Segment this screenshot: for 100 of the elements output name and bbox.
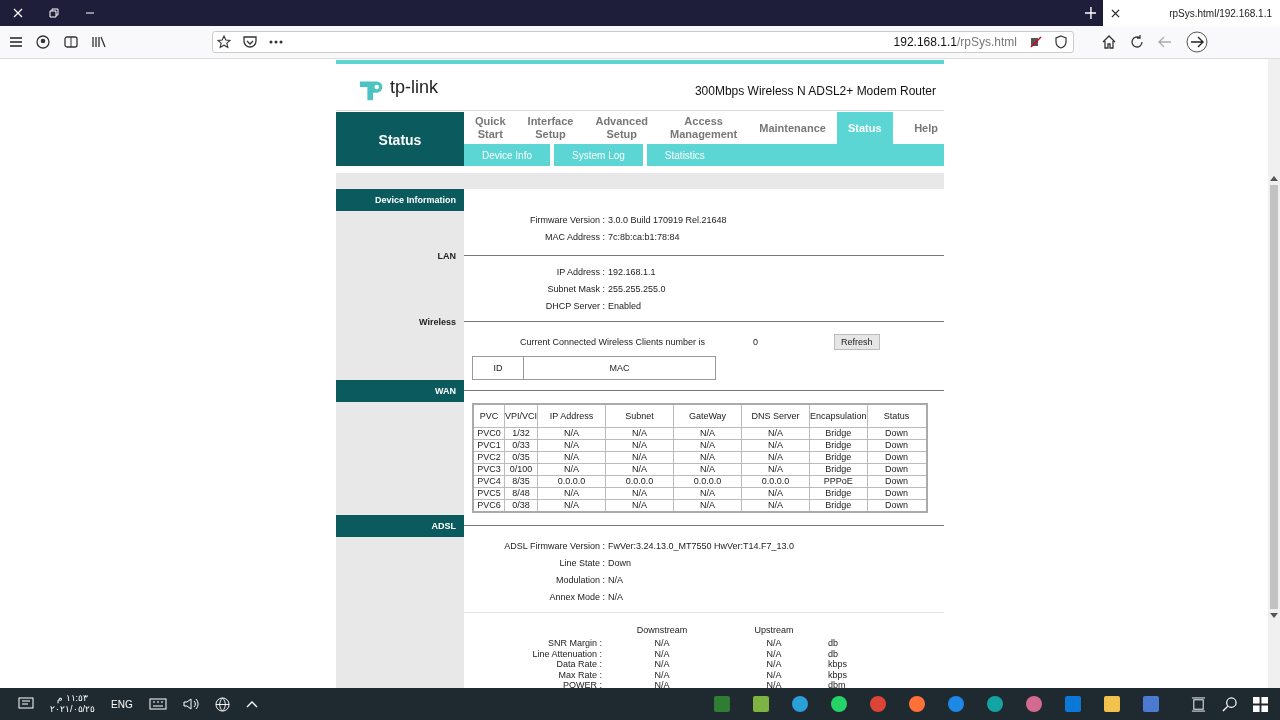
volume-icon[interactable] bbox=[182, 697, 199, 711]
table-cell: PVC5 bbox=[473, 487, 505, 500]
table-cell: PPPoE bbox=[809, 475, 868, 488]
field-value: N/A bbox=[608, 574, 623, 585]
clock[interactable]: ١١:٥٣ م ٢٠٢١/٠٥/٢٥ bbox=[50, 693, 95, 715]
table-cell: N/A bbox=[605, 427, 674, 440]
table-cell: 0/35 bbox=[504, 451, 538, 464]
start-icon[interactable] bbox=[1253, 696, 1268, 712]
table-cell: Bridge bbox=[809, 439, 868, 452]
nav-tab[interactable]: Help bbox=[903, 112, 944, 144]
star-icon[interactable] bbox=[217, 35, 231, 49]
chevron-icon[interactable] bbox=[245, 700, 258, 708]
more-icon[interactable] bbox=[269, 40, 283, 44]
field-value: Enabled bbox=[608, 300, 642, 311]
url-text: 192.168.1.1/rpSys.html bbox=[893, 35, 1017, 49]
section-heading: WAN bbox=[336, 380, 464, 402]
table-cell: Bridge bbox=[809, 463, 868, 476]
stat-label: Data Rate : bbox=[555, 659, 602, 670]
reload-icon[interactable] bbox=[1130, 35, 1144, 49]
nav-tab[interactable]: Advanced Setup bbox=[584, 112, 659, 144]
globe-icon[interactable] bbox=[214, 696, 230, 712]
task-view-icon[interactable] bbox=[1191, 696, 1206, 712]
stat-unit: kbps bbox=[827, 669, 848, 681]
table-cell: Bridge bbox=[809, 451, 868, 464]
table-cell: 0.0.0.0 bbox=[673, 475, 742, 488]
field-label: Subnet Mask : bbox=[546, 283, 605, 294]
home-icon[interactable] bbox=[1102, 35, 1116, 49]
table-cell: N/A bbox=[673, 439, 742, 452]
table-cell: N/A bbox=[537, 463, 606, 476]
table-cell: N/A bbox=[537, 451, 606, 464]
nav-tab[interactable]: Quick Start bbox=[464, 112, 517, 144]
table-cell: 0.0.0.0 bbox=[537, 475, 606, 488]
table-cell: N/A bbox=[673, 487, 742, 500]
section-heading: Wireless bbox=[418, 316, 457, 329]
language-indicator[interactable]: ENG bbox=[111, 698, 133, 710]
table-cell: N/A bbox=[673, 463, 742, 476]
menu-icon[interactable] bbox=[10, 37, 22, 47]
reader-icon[interactable] bbox=[64, 36, 78, 48]
clients-label: Current Connected Wireless Clients number is bbox=[520, 337, 706, 347]
table-cell: N/A bbox=[673, 427, 742, 440]
column-header: GateWay bbox=[673, 404, 742, 428]
app-icon[interactable] bbox=[1024, 694, 1044, 714]
table-cell: N/A bbox=[537, 427, 606, 440]
nav-tab[interactable]: Interface Setup bbox=[516, 112, 585, 144]
model-name: 300Mbps Wireless N ADSL2+ Modem Router bbox=[694, 84, 936, 98]
library-icon[interactable] bbox=[92, 36, 106, 48]
stat-value: N/A bbox=[653, 669, 671, 681]
column-header: IP Address bbox=[537, 404, 606, 428]
column-header: Subnet bbox=[605, 404, 674, 428]
table-cell: N/A bbox=[537, 439, 606, 452]
table-cell: N/A bbox=[605, 451, 674, 464]
stat-value: N/A bbox=[765, 680, 783, 688]
stat-value: N/A bbox=[653, 680, 671, 688]
table-cell: 1/32 bbox=[504, 427, 538, 440]
clock-date: ٢٠٢١/٠٥/٢٥ bbox=[50, 704, 95, 715]
table-cell: Bridge bbox=[809, 427, 868, 440]
field-label: Line State : bbox=[558, 557, 605, 568]
pocket-icon[interactable] bbox=[243, 36, 257, 48]
table-cell: 0/100 bbox=[504, 463, 538, 476]
close-icon[interactable] bbox=[1111, 8, 1121, 18]
browser-tab[interactable]: rpSys.html/192.168.1.1 bbox=[1103, 0, 1280, 26]
scrollbar[interactable] bbox=[1268, 59, 1280, 688]
nav-tab[interactable]: Maintenance bbox=[748, 112, 837, 144]
table-cell: 0.0.0.0 bbox=[741, 475, 810, 488]
table-cell: N/A bbox=[673, 451, 742, 464]
search-icon[interactable] bbox=[1222, 696, 1237, 712]
scroll-up-icon[interactable] bbox=[1270, 175, 1278, 181]
table-cell: PVC4 bbox=[473, 475, 505, 488]
account-icon[interactable] bbox=[36, 35, 50, 49]
field-value: FwVer:3.24.13.0_MT7550 HwVer:T14.F7_13.0 bbox=[608, 540, 795, 551]
address-bar[interactable]: 192.168.1.1/rpSys.html bbox=[212, 31, 1074, 53]
field-label: IP Address : bbox=[555, 266, 605, 277]
blocked-media-icon[interactable] bbox=[1029, 35, 1043, 49]
table-cell: Down bbox=[867, 463, 927, 476]
new-tab-icon[interactable] bbox=[1084, 7, 1097, 19]
field-value: 3.0.0 Build 170919 Rel.21648 bbox=[608, 214, 727, 225]
field-label: Firmware Version : bbox=[528, 214, 605, 225]
column-header: Upstream bbox=[753, 625, 795, 636]
table-cell: Down bbox=[867, 427, 927, 440]
app-icon[interactable] bbox=[712, 694, 732, 714]
stat-unit: kbps bbox=[827, 659, 848, 670]
stat-value: N/A bbox=[653, 638, 671, 649]
table-cell: 0/33 bbox=[504, 439, 538, 452]
restore-icon[interactable] bbox=[49, 8, 59, 18]
scroll-down-icon[interactable] bbox=[1270, 613, 1278, 619]
nav-tab[interactable]: Access Management bbox=[659, 112, 749, 144]
forward-icon[interactable] bbox=[1186, 31, 1208, 53]
app-icon[interactable] bbox=[751, 694, 771, 714]
field-label: Annex Mode : bbox=[548, 591, 605, 602]
column-header: VPI/VCI bbox=[504, 404, 538, 428]
notification-icon[interactable] bbox=[18, 697, 34, 711]
table-cell: Down bbox=[867, 475, 927, 488]
stat-value: N/A bbox=[653, 659, 671, 670]
refresh-button[interactable]: Refresh bbox=[834, 334, 880, 350]
shield-icon[interactable] bbox=[1055, 35, 1067, 49]
logo: tp-link bbox=[358, 72, 438, 102]
keyboard-icon[interactable] bbox=[148, 698, 167, 710]
table-cell: 8/35 bbox=[504, 475, 538, 488]
table-cell: Bridge bbox=[809, 487, 868, 500]
column-header: Downstream bbox=[635, 625, 689, 636]
